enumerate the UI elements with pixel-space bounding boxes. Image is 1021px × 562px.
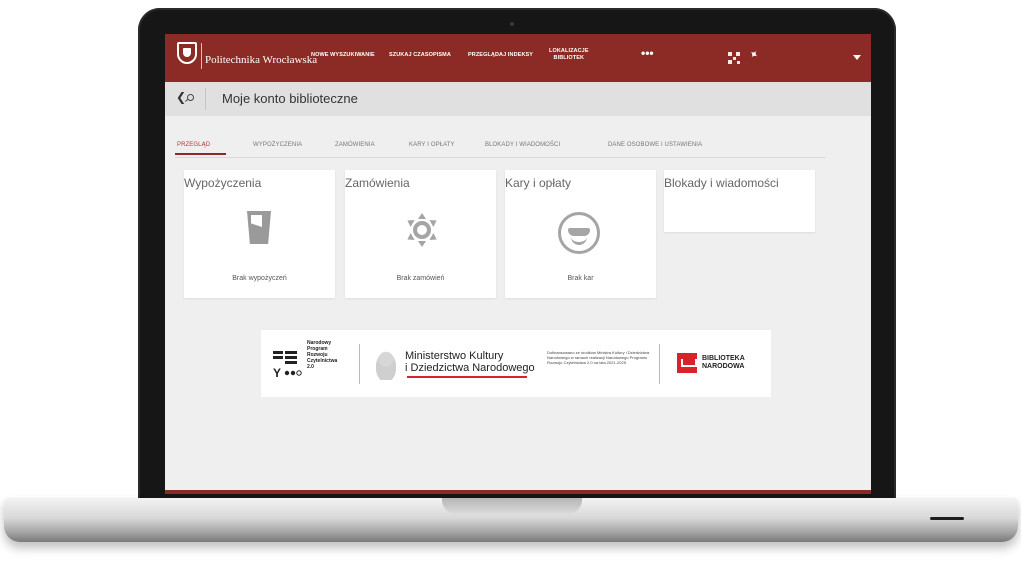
ministry-name: Ministerstwo Kultury i Dziedzictwa Narod… [405,350,535,374]
card-requests[interactable]: Zamówienia Brak zamówień [345,170,496,298]
card-blocks-messages[interactable]: Blokady i wiadomości [664,170,815,232]
nav-label-line2: BIBLIOTEK [553,54,585,61]
search-icon[interactable] [187,94,194,101]
footer-accent [165,490,871,494]
nav-new-search[interactable]: NOWE WYSZUKIWANIE [311,52,375,59]
svg-text:Y: Y [273,366,281,379]
chevron-down-icon[interactable] [853,55,861,60]
bn-line: BIBLIOTEKA [702,355,745,362]
tab-divider [175,157,825,158]
title-bar: ❮ Moje konto biblioteczne [165,82,871,116]
nprcz-line: 2.0 [307,364,314,370]
more-menu-icon[interactable]: ••• [641,46,654,60]
ministry-line: i Dziedzictwa Narodowego [405,362,535,374]
sunglasses [568,228,590,236]
card-empty-message: Brak wypożyczeń [232,275,287,282]
top-navigation: Politechnika Wrocławska NOWE WYSZUKIWANI… [165,34,871,82]
nav-label: SZUKAJ CZASOPISMA [389,52,451,58]
funding-note: Dofinansowano ze środków Ministra Kultur… [547,350,650,365]
gear-core [413,221,431,239]
logo-divider [201,43,202,69]
tab-overview[interactable]: PRZEGLĄD [177,142,210,148]
national-library-name: BIBLIOTEKA NARODOWA [702,355,745,371]
qr-code-icon[interactable] [728,52,740,64]
banner-divider [659,344,660,384]
national-library-logo-icon [677,353,697,373]
gear-tooth [418,241,426,247]
nav-label: NOWE WYSZUKIWANIE [311,52,375,58]
ministry-line: Ministerstwo Kultury [405,350,504,362]
active-tab-indicator [175,153,226,155]
laptop-indicator [930,517,964,520]
card-empty-message: Brak kar [567,275,594,282]
tab-personal-settings[interactable]: DANE OSOBOWE I USTAWIENIA [608,142,702,148]
eagle-emblem-icon [373,348,399,380]
gear-tooth [405,233,415,243]
gear-tooth [429,217,439,227]
card-fines[interactable]: Kary i opłaty Brak kar [505,170,656,298]
university-logo-icon[interactable] [177,42,197,64]
title-divider [205,88,206,110]
nav-library-locations[interactable]: LOKALIZACJE BIBLIOTEK [549,48,589,61]
card-loans[interactable]: Wypożyczenia Brak wypożyczeń [184,170,335,298]
card-title: Blokady i wiadomości [664,176,779,190]
smiley-icon [558,212,600,254]
tab-fines[interactable]: KARY I OPŁATY [409,142,455,148]
nprcz-text: Narodowy Program Rozwoju Czytelnictwa 2.… [307,340,337,370]
smile [571,237,587,245]
nav-browse-indexes[interactable]: PRZEGLĄDAJ INDEKSY [468,52,533,59]
laptop-notch [442,498,582,514]
sponsors-banner: Y Narodowy Program Rozwoju Czytelnictwa … [261,330,771,397]
bn-line: NARODOWA [702,363,745,370]
camera-icon [510,22,514,26]
card-empty-message: Brak zamówień [396,275,445,282]
nav-label: PRZEGLĄDAJ INDEKSY [468,52,534,58]
page-title: Moje konto biblioteczne [222,91,358,106]
gear-icon [405,213,439,247]
screen: Politechnika Wrocławska NOWE WYSZUKIWANI… [165,34,871,494]
ministry-underline [407,376,527,378]
nav-label-line1: LOKALIZACJE [549,48,589,54]
brand-name[interactable]: Politechnika Wrocławska [205,54,317,66]
banner-divider [359,344,360,384]
gear-tooth [418,213,426,219]
card-title: Kary i opłaty [505,176,572,190]
pin-icon[interactable]: ✦ [746,47,761,62]
nprcz-logo-icon: Y [273,351,302,379]
tab-blocks-messages[interactable]: BLOKADY I WIADOMOŚCI [485,142,560,148]
tab-loans[interactable]: WYPOŻYCZENIA [253,142,302,148]
cup-icon [247,211,271,244]
card-title: Wypożyczenia [184,176,262,190]
nav-search-journals[interactable]: SZUKAJ CZASOPISMA [389,52,451,59]
back-icon[interactable]: ❮ [176,90,186,104]
tab-requests[interactable]: ZAMÓWIENIA [335,142,375,148]
gear-tooth [429,233,439,243]
card-title: Zamówienia [345,176,410,190]
